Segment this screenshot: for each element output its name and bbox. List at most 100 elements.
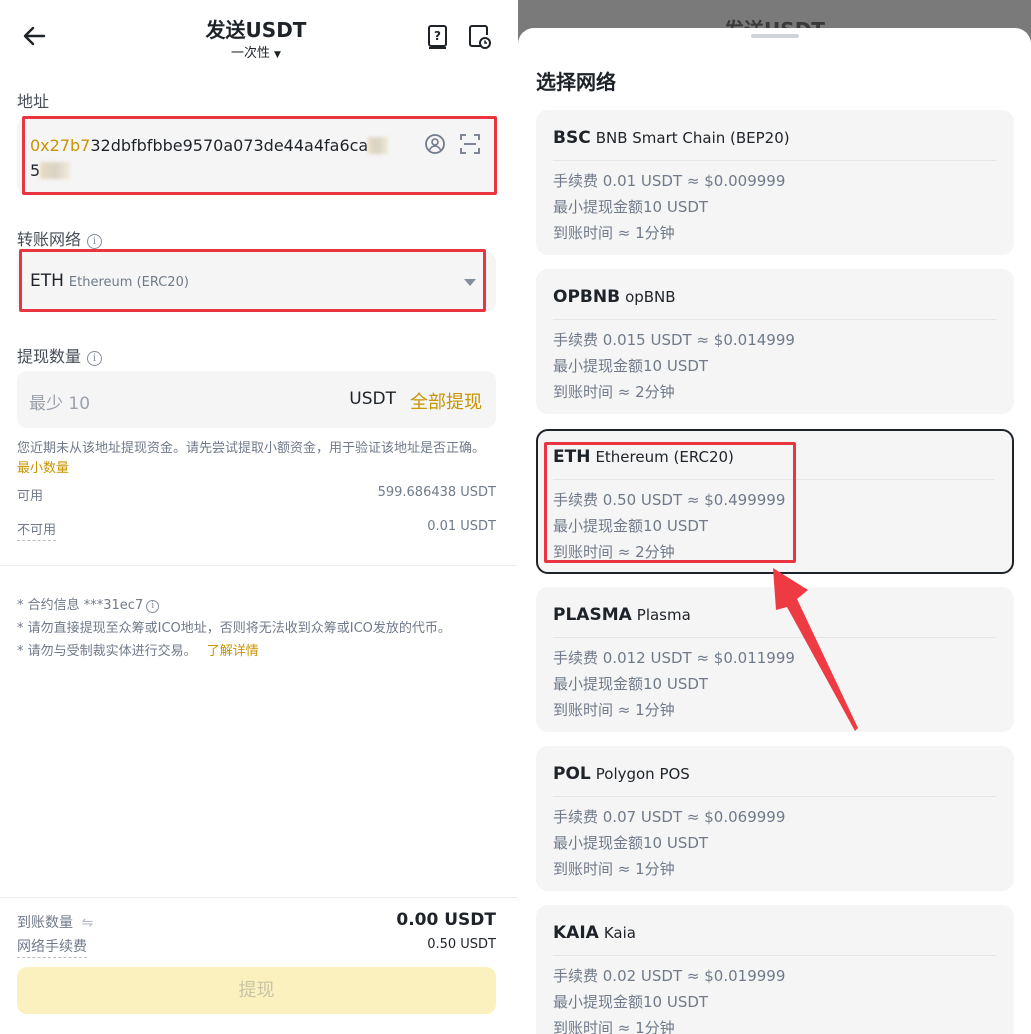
network-code: BSC <box>553 128 591 148</box>
available-value: 599.686438 USDT <box>377 485 496 500</box>
network-name: opBNB <box>625 288 676 306</box>
network-min: 最小提现金额10 USDT <box>553 993 709 1011</box>
footer-divider <box>0 897 517 898</box>
network-card-title: BSC BNB Smart Chain (BEP20) <box>553 128 790 148</box>
min-amount-link[interactable]: 最小数量 <box>17 461 69 476</box>
scan-qr-icon[interactable] <box>459 133 481 155</box>
divider <box>553 479 994 480</box>
network-time: 到账时间 ≈ 2分钟 <box>553 543 675 561</box>
network-code: KAIA <box>553 923 599 943</box>
network-card-pol[interactable]: POL Polygon POS 手续费 0.07 USDT ≈ $0.069999… <box>536 746 1014 891</box>
tip-sanction: * 请勿与受制裁实体进行交易。 了解详情 <box>17 640 259 659</box>
divider <box>553 160 996 161</box>
network-name: Plasma <box>636 606 691 624</box>
network-min: 最小提现金额10 USDT <box>553 357 709 375</box>
network-name: BNB Smart Chain (BEP20) <box>595 129 790 147</box>
redacted-blur <box>368 137 389 154</box>
tip-contract: * 合约信息 ***31ec7 i <box>17 594 160 613</box>
network-time: 到账时间 ≈ 1分钟 <box>553 224 675 242</box>
address-label: 地址 <box>17 92 50 111</box>
network-name: Polygon POS <box>595 765 690 783</box>
network-code: ETH <box>30 271 64 291</box>
receive-amount-value: 0.00 USDT <box>396 910 496 930</box>
network-card-kaia[interactable]: KAIA Kaia 手续费 0.02 USDT ≈ $0.019999 最小提现金… <box>536 905 1014 1034</box>
verification-note: 您近期未从该地址提现资金。请先尝试提取小额资金，用于验证该地址是否正确。最小数量 <box>17 439 487 479</box>
network-time: 到账时间 ≈ 1分钟 <box>553 860 675 878</box>
info-icon[interactable]: i <box>87 351 103 366</box>
amount-input[interactable]: 最少 10 USDT 全部提现 <box>17 371 496 428</box>
network-time: 到账时间 ≈ 2分钟 <box>553 383 675 401</box>
address-book-icon[interactable] <box>424 133 446 155</box>
network-fee: 手续费 0.015 USDT ≈ $0.014999 <box>553 331 795 349</box>
redacted-blur <box>40 162 71 179</box>
network-min: 最小提现金额10 USDT <box>553 198 709 216</box>
divider <box>553 319 996 320</box>
network-code: POL <box>553 764 591 784</box>
unavailable-value: 0.01 USDT <box>427 519 496 534</box>
info-icon[interactable]: i <box>146 600 160 613</box>
amount-unit: USDT <box>349 389 396 409</box>
fee-label-wrap: 网络手续费 <box>17 936 87 958</box>
info-icon[interactable]: i <box>87 234 103 249</box>
network-min: 最小提现金额10 USDT <box>553 834 709 852</box>
network-label-text: 转账网络 <box>17 230 82 249</box>
network-fee: 手续费 0.02 USDT ≈ $0.019999 <box>553 967 786 985</box>
network-picker-screen: 发送USDT 选择网络 BSCBNB Smart Chain (BEP20) 手… <box>518 0 1031 1034</box>
address-line2: 5 <box>30 161 41 180</box>
history-record-icon[interactable] <box>468 24 492 50</box>
send-usdt-screen: 发送USDT 一次性 ▼ ? 地址 0x27b732dbfbfbbe9570a07… <box>0 0 517 1034</box>
network-card-opbnb[interactable]: OPBNB opBNB 手续费 0.015 USDT ≈ $0.014999 最小… <box>536 269 1014 414</box>
unavailable-label[interactable]: 不可用 <box>17 523 57 541</box>
network-label: 转账网络 i <box>17 226 103 250</box>
withdraw-all-button[interactable]: 全部提现 <box>410 388 482 414</box>
address-field[interactable]: 0x27b732dbfbfbbe9570a073de44a4fa6ca 5 <box>17 117 496 195</box>
learn-more-link[interactable]: 了解详情 <box>207 644 259 659</box>
network-min: 最小提现金额10 USDT <box>553 517 709 535</box>
network-fee-label[interactable]: 网络手续费 <box>17 939 87 958</box>
network-code: ETH <box>553 447 591 467</box>
address-body: 32dbfbfbbe9570a073de44a4fa6ca <box>90 136 369 155</box>
receive-label-text: 到账数量 <box>17 915 73 931</box>
network-card-title: OPBNB opBNB <box>553 287 676 307</box>
dropdown-caret-icon <box>464 279 476 286</box>
swap-arrows-icon[interactable]: ⇋ <box>81 915 93 931</box>
tip-sanction-text: * 请勿与受制裁实体进行交易。 <box>17 644 197 659</box>
sheet-grabber[interactable] <box>751 34 799 38</box>
divider <box>553 637 996 638</box>
available-label: 可用 <box>17 489 44 504</box>
network-fee-value: 0.50 USDT <box>427 937 496 952</box>
network-card-title: ETH Ethereum (ERC20) <box>553 447 734 467</box>
caret-down-icon: ▼ <box>274 50 281 60</box>
network-fee: 手续费 0.012 USDT ≈ $0.011999 <box>553 649 795 667</box>
network-time: 到账时间 ≈ 1分钟 <box>553 1019 675 1034</box>
divider <box>553 955 996 956</box>
amount-placeholder: 最少 10 <box>29 394 91 414</box>
network-time: 到账时间 ≈ 1分钟 <box>553 701 675 719</box>
network-name: Kaia <box>603 924 636 942</box>
sheet-title: 选择网络 <box>536 70 616 94</box>
withdraw-button[interactable]: 提现 <box>17 967 496 1014</box>
network-fee: 手续费 0.01 USDT ≈ $0.009999 <box>553 172 786 190</box>
network-sheet: 选择网络 BSC BNB Smart Chain (BEP20) 手续费 0.01… <box>518 28 1031 1034</box>
network-card-eth[interactable]: ETH Ethereum (ERC20) 手续费 0.50 USDT ≈ $0.4… <box>536 429 1014 574</box>
network-code: PLASMA <box>553 605 632 625</box>
network-full-name: Ethereum (ERC20) <box>68 275 189 290</box>
address-prefix: 0x27b7 <box>30 136 91 155</box>
divider <box>553 796 996 797</box>
withdraw-mode-label: 一次性 <box>231 46 271 61</box>
network-fee: 手续费 0.50 USDT ≈ $0.499999 <box>553 491 786 509</box>
available-row: 可用 599.686438 USDT <box>17 485 496 504</box>
amount-label: 提现数量 i <box>17 343 103 367</box>
network-card-title: PLASMA Plasma <box>553 605 691 625</box>
tip-ico: * 请勿直接提现至众筹或ICO地址，否则将无法收到众筹或ICO发放的代币。 <box>17 621 451 636</box>
network-card-title: POL Polygon POS <box>553 764 690 784</box>
receive-amount-label: 到账数量 ⇋ <box>17 912 93 932</box>
help-book-icon[interactable]: ? <box>426 24 450 50</box>
network-card-plasma[interactable]: PLASMA Plasma 手续费 0.012 USDT ≈ $0.011999 … <box>536 587 1014 732</box>
network-selector[interactable]: ETH Ethereum (ERC20) <box>17 252 496 312</box>
amount-label-text: 提现数量 <box>17 347 82 366</box>
network-min: 最小提现金额10 USDT <box>553 675 709 693</box>
divider <box>0 565 517 566</box>
network-name: Ethereum (ERC20) <box>595 448 734 466</box>
network-card-bsc[interactable]: BSC BNB Smart Chain (BEP20) 手续费 0.01 USDT… <box>536 110 1014 255</box>
